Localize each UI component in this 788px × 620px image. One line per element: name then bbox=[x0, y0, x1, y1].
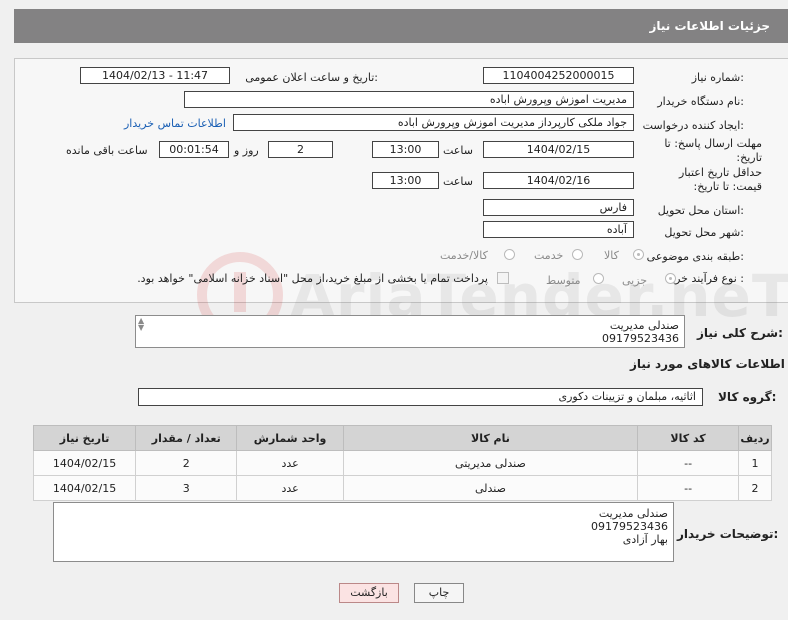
buyer-notes-line-3: بهار آزادی bbox=[622, 533, 668, 546]
category-service-label: خدمت bbox=[534, 249, 564, 262]
cell-code: -- bbox=[637, 475, 740, 501]
category-label: طبقه بندی موضوعی: bbox=[646, 250, 744, 263]
remaining-time-field: 00:01:54 bbox=[159, 141, 229, 158]
payment-note: پرداخت تمام یا بخشی از مبلغ خرید،از محل … bbox=[137, 272, 488, 285]
cell-name: صندلی bbox=[342, 475, 639, 501]
remaining-time-label: ساعت باقی مانده bbox=[66, 144, 148, 157]
col-name: نام کالا bbox=[342, 425, 639, 451]
buyer-notes-textarea[interactable]: صندلی مدیریت 09179523436 بهار آزادی bbox=[53, 502, 674, 562]
price-time-label: ساعت bbox=[443, 175, 473, 188]
creator-label: ایجاد کننده درخواست: bbox=[642, 119, 744, 132]
category-both-radio[interactable] bbox=[504, 249, 515, 260]
reply-time-label: ساعت bbox=[443, 144, 473, 157]
category-service-radio[interactable] bbox=[572, 249, 583, 260]
buyer-contact-link[interactable]: اطلاعات تماس خریدار bbox=[124, 117, 226, 130]
city-field: آباده bbox=[483, 221, 634, 238]
description-label: شرح کلی نیاز: bbox=[697, 326, 783, 340]
treasury-checkbox[interactable] bbox=[497, 272, 509, 284]
buyer-org-label: نام دستگاه خریدار: bbox=[657, 95, 744, 108]
description-line-1: صندلی مدیریت bbox=[609, 319, 679, 332]
process-minor-radio[interactable] bbox=[665, 273, 676, 284]
cell-qty: 2 bbox=[135, 450, 238, 476]
cell-unit: عدد bbox=[236, 450, 344, 476]
col-code: کد کالا bbox=[637, 425, 740, 451]
province-field: فارس bbox=[483, 199, 634, 216]
category-goods-label: کالا bbox=[604, 249, 619, 262]
goods-section-title: اطلاعات کالاهای مورد نیاز bbox=[630, 357, 785, 371]
col-date: تاریخ نیاز bbox=[32, 425, 137, 451]
price-time-field: 13:00 bbox=[372, 172, 439, 189]
goods-group-label: گروه کالا: bbox=[718, 390, 777, 404]
announce-label: تاریخ و ساعت اعلان عمومی: bbox=[245, 71, 378, 84]
cell-qty: 3 bbox=[135, 475, 238, 501]
process-minor-label: جزیی bbox=[622, 274, 648, 287]
process-medium-label: متوسط bbox=[546, 274, 581, 287]
price-validity-label: حداقل تاریخ اعتبار قیمت: تا تاریخ: bbox=[678, 166, 762, 193]
days-label: روز و bbox=[234, 144, 259, 157]
process-label: نوع فرآیند خرید : bbox=[666, 272, 744, 285]
scroll-arrows-icon[interactable]: ▲ ▼ bbox=[138, 317, 144, 332]
buyer-org-field: مدیریت اموزش وپرورش اباده bbox=[184, 91, 634, 108]
reply-deadline-label: مهلت ارسال پاسخ: تا تاریخ: bbox=[664, 137, 762, 164]
cell-date: 1404/02/15 bbox=[32, 475, 137, 501]
col-row: ردیف bbox=[738, 425, 772, 451]
goods-table: ردیف کد کالا نام کالا واحد شمارش تعداد /… bbox=[32, 425, 772, 501]
col-unit: واحد شمارش bbox=[236, 425, 344, 451]
cell-row: 1 bbox=[738, 450, 772, 476]
reply-date-field: 1404/02/15 bbox=[483, 141, 634, 158]
page-title: جزئیات اطلاعات نیاز bbox=[649, 19, 770, 33]
need-number-label: شماره نیاز: bbox=[691, 71, 744, 84]
province-label: استان محل تحویل: bbox=[657, 204, 744, 217]
col-qty: تعداد / مقدار bbox=[135, 425, 238, 451]
days-field: 2 bbox=[268, 141, 333, 158]
back-button[interactable]: بازگشت bbox=[339, 583, 399, 603]
price-date-field: 1404/02/16 bbox=[483, 172, 634, 189]
reply-time-field: 13:00 bbox=[372, 141, 439, 158]
creator-field: جواد ملکی کارپرداز مدیریت اموزش وپرورش ا… bbox=[233, 114, 634, 131]
cell-row: 2 bbox=[738, 475, 772, 501]
announce-field: 1404/02/13 - 11:47 bbox=[80, 67, 230, 84]
process-medium-radio[interactable] bbox=[593, 273, 604, 284]
print-button[interactable]: چاپ bbox=[414, 583, 464, 603]
category-both-label: کالا/خدمت bbox=[440, 249, 488, 262]
cell-date: 1404/02/15 bbox=[32, 450, 137, 476]
cell-code: -- bbox=[637, 450, 740, 476]
city-label: شهر محل تحویل: bbox=[664, 226, 744, 239]
cell-name: صندلی مدیریتی bbox=[342, 450, 639, 476]
description-line-2: 09179523436 bbox=[602, 332, 679, 345]
cell-unit: عدد bbox=[236, 475, 344, 501]
buyer-notes-label: توضیحات خریدار: bbox=[677, 527, 779, 541]
goods-group-field: اثاثیه، مبلمان و تزیینات دکوری bbox=[138, 388, 703, 406]
description-textarea[interactable]: صندلی مدیریت 09179523436 bbox=[135, 315, 685, 348]
category-goods-radio[interactable] bbox=[633, 249, 644, 260]
buyer-notes-line-1: صندلی مدیریت bbox=[598, 507, 668, 520]
need-number-field: 1104004252000015 bbox=[483, 67, 634, 84]
buyer-notes-line-2: 09179523436 bbox=[591, 520, 668, 533]
table-row: 1 -- صندلی مدیریتی عدد 2 1404/02/15 bbox=[32, 450, 772, 476]
goods-table-header: ردیف کد کالا نام کالا واحد شمارش تعداد /… bbox=[32, 425, 772, 451]
page-header: جزئیات اطلاعات نیاز bbox=[14, 9, 788, 43]
table-row: 2 -- صندلی عدد 3 1404/02/15 bbox=[32, 475, 772, 501]
